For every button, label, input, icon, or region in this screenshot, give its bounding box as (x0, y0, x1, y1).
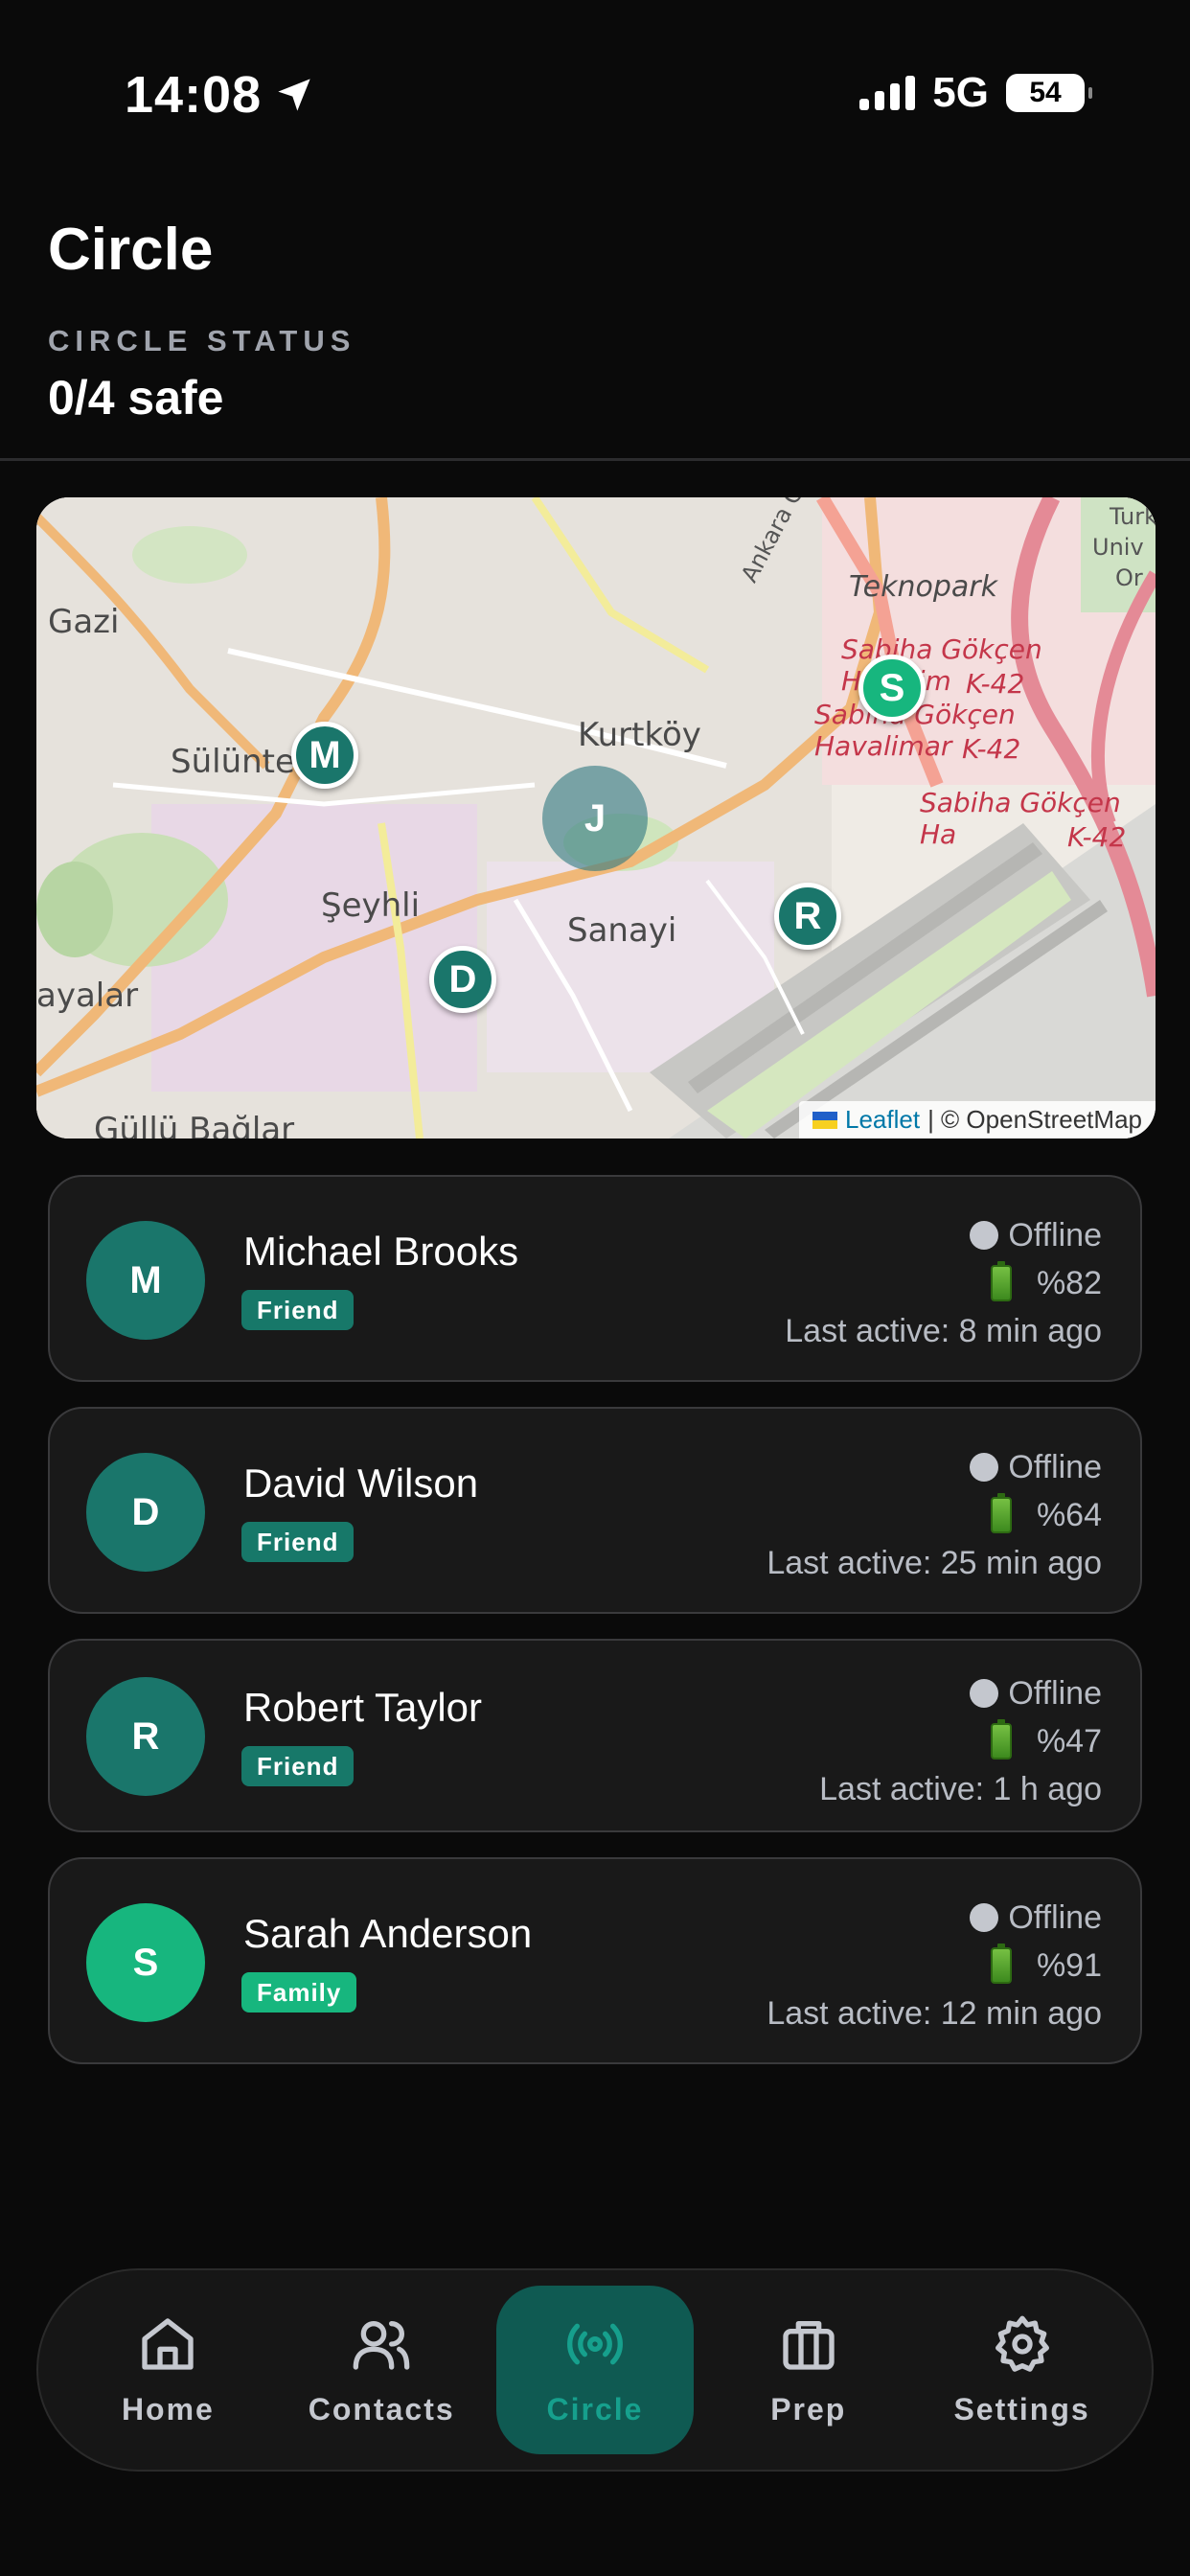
map-marker-self[interactable]: J (542, 766, 648, 871)
map-label: Turk (1110, 503, 1156, 530)
relationship-tag: Friend (241, 1522, 355, 1562)
member-card-sarah[interactable]: S Sarah Anderson Family Offline %91 Last… (48, 1857, 1142, 2064)
member-name: Sarah Anderson (243, 1911, 533, 1956)
tab-label: Prep (770, 2391, 847, 2426)
map-label: Güllü Bağlar (94, 1111, 295, 1138)
offline-dot-icon (970, 1679, 999, 1708)
status-text: Offline (1008, 1898, 1102, 1936)
tab-label: Circle (546, 2391, 644, 2426)
tab-home[interactable]: Home (69, 2286, 266, 2454)
avatar: M (86, 1221, 205, 1340)
home-icon (142, 2317, 195, 2370)
member-name: Robert Taylor (243, 1685, 483, 1730)
offline-dot-icon (970, 1903, 999, 1932)
member-card-david[interactable]: D David Wilson Friend Offline %64 Last a… (48, 1407, 1142, 1614)
contacts-icon (353, 2320, 410, 2370)
member-status: Offline %91 Last active: 12 min ago (767, 1894, 1102, 2037)
status-time: 14:08 (125, 65, 313, 125)
tab-prep[interactable]: Prep (710, 2286, 907, 2454)
avatar: S (86, 1903, 205, 2022)
map-label: Sanayi (567, 911, 677, 950)
map-marker-robert[interactable]: R (774, 883, 841, 950)
broadcast-icon (567, 2323, 623, 2364)
signal-icon (859, 76, 916, 110)
leaflet-link[interactable]: Leaflet (845, 1105, 920, 1135)
status-indicators: 5G 54 (859, 69, 1092, 117)
member-name: David Wilson (243, 1460, 479, 1506)
status-text: Offline (1008, 1448, 1102, 1485)
member-list: M Michael Brooks Friend Offline %82 Last… (48, 1175, 1142, 2089)
tab-label: Home (121, 2391, 215, 2426)
tab-circle[interactable]: Circle (495, 2286, 694, 2454)
last-active: Last active: 8 min ago (785, 1312, 1102, 1349)
clock: 14:08 (125, 66, 263, 124)
tab-label: Settings (953, 2391, 1090, 2426)
network-type: 5G (932, 69, 989, 116)
circle-status-label: CIRCLE STATUS (48, 324, 356, 357)
battery-level: %64 (1036, 1496, 1102, 1533)
map-view[interactable]: Gazi Sülünte Kurtköy Şeyhli Sanayi ayala… (36, 497, 1156, 1138)
ukraine-flag-icon (812, 1111, 837, 1129)
member-status: Offline %64 Last active: 25 min ago (767, 1443, 1102, 1587)
offline-dot-icon (970, 1221, 999, 1250)
map-marker-david[interactable]: D (429, 946, 496, 1013)
header-divider (0, 458, 1190, 461)
briefcase-icon (783, 2320, 835, 2370)
last-active: Last active: 1 h ago (819, 1770, 1102, 1807)
status-text: Offline (1008, 1216, 1102, 1254)
status-text: Offline (1008, 1674, 1102, 1712)
member-status: Offline %47 Last active: 1 h ago (819, 1669, 1102, 1813)
member-card-michael[interactable]: M Michael Brooks Friend Offline %82 Last… (48, 1175, 1142, 1382)
map-label: K-42 (966, 668, 1025, 700)
map-label: Univ (1092, 534, 1144, 561)
map-marker-michael[interactable]: M (291, 722, 358, 789)
map-label: ayalar (36, 977, 139, 1015)
avatar: R (86, 1677, 205, 1796)
battery-icon (990, 1719, 1012, 1760)
relationship-tag: Family (241, 1972, 357, 2012)
avatar: D (86, 1453, 205, 1572)
page-title: Circle (48, 217, 214, 283)
map-attribution: Leaflet | © OpenStreetMap (799, 1101, 1156, 1138)
gear-icon (995, 2315, 1049, 2372)
map-marker-sarah[interactable]: S (858, 655, 926, 722)
location-arrow-icon (278, 79, 310, 111)
battery-icon (990, 1261, 1012, 1301)
member-name: Michael Brooks (243, 1229, 519, 1274)
tab-settings[interactable]: Settings (924, 2286, 1121, 2454)
battery-level: %91 (1036, 1946, 1102, 1984)
battery-icon (990, 1493, 1012, 1533)
map-label: Şeyhli (321, 886, 421, 925)
tab-label: Contacts (308, 2391, 455, 2426)
map-label: Gazi (48, 603, 120, 641)
relationship-tag: Friend (241, 1746, 355, 1786)
battery-level: %47 (1036, 1722, 1102, 1760)
circle-status-value: 0/4 safe (48, 371, 224, 425)
map-label: Kurtköy (578, 716, 701, 754)
battery-level: %82 (1036, 1264, 1102, 1301)
last-active: Last active: 25 min ago (767, 1544, 1102, 1581)
battery-icon: 54 (1006, 74, 1092, 112)
map-label: Sülünte (171, 743, 295, 781)
map-label: K-42 (962, 733, 1021, 765)
relationship-tag: Friend (241, 1290, 355, 1330)
tab-contacts[interactable]: Contacts (283, 2286, 480, 2454)
page-header: Circle CIRCLE STATUS 0/4 safe (48, 216, 355, 426)
last-active: Last active: 12 min ago (767, 1994, 1102, 2032)
battery-icon (990, 1944, 1012, 1984)
offline-dot-icon (970, 1453, 999, 1482)
map-label: K-42 (1067, 821, 1127, 853)
map-label: Teknopark (849, 570, 997, 604)
map-label: Or (1115, 564, 1143, 591)
member-card-robert[interactable]: R Robert Taylor Friend Offline %47 Last … (48, 1639, 1142, 1832)
status-bar: 14:08 5G 54 (0, 0, 1190, 192)
member-status: Offline %82 Last active: 8 min ago (785, 1211, 1102, 1355)
osm-attribution[interactable]: | © OpenStreetMap (927, 1105, 1142, 1135)
tab-bar: Home Contacts Circle Prep Settings (36, 2268, 1154, 2472)
